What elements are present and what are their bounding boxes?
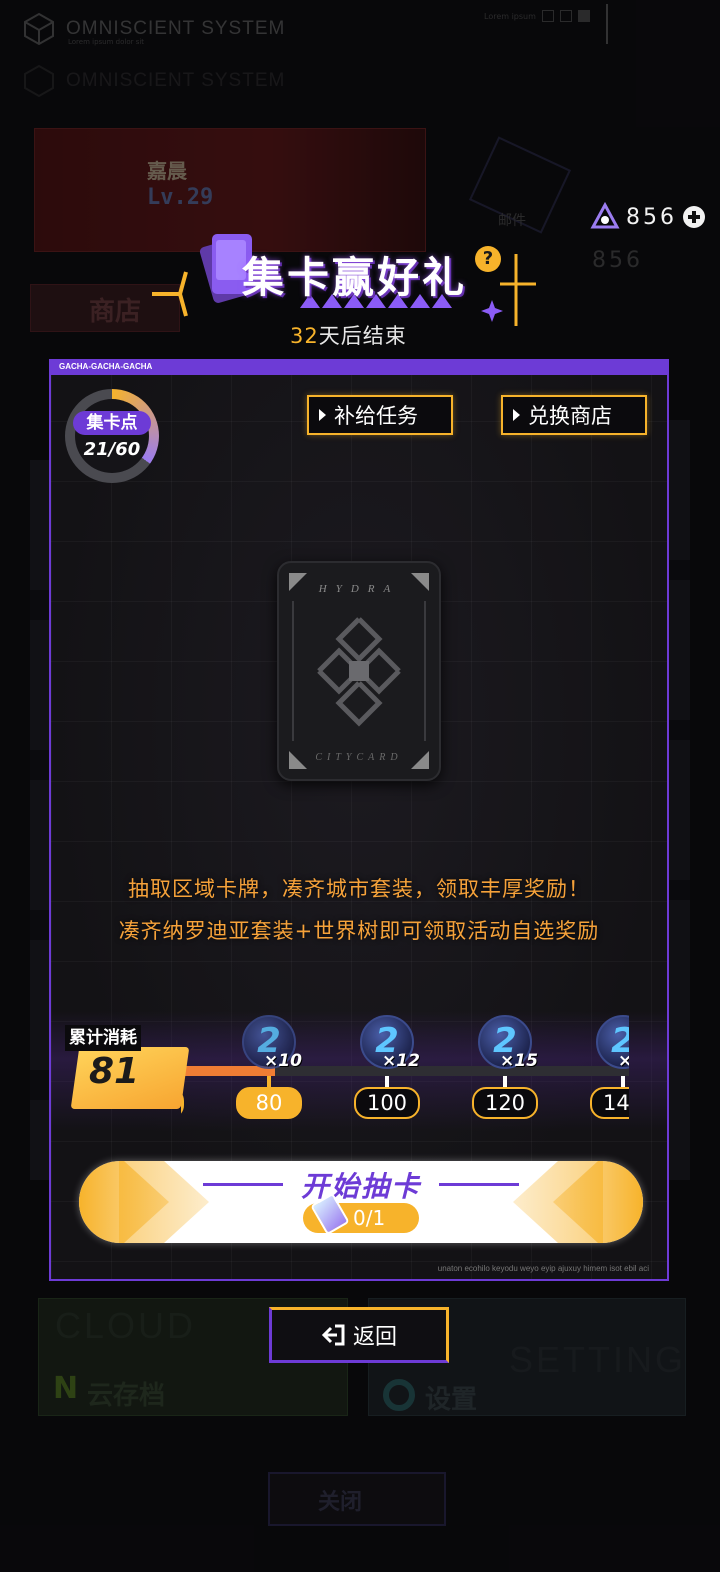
start-draw-label: 开始抽卡 [300, 1170, 421, 1203]
card-emblem [289, 573, 429, 769]
reward-multiplier: ×10 [264, 1051, 302, 1071]
reward-milestone[interactable]: 2×20140 [578, 1011, 629, 1131]
right-tiles [668, 420, 690, 1180]
panel-strip-label: GACHA-GACHA-GACHA [59, 362, 153, 371]
reward-progress: 2×5602×10802×121002×151202×20140 累计消耗 81 [51, 1011, 667, 1131]
system-logo-ghost-icon [24, 64, 54, 98]
cross-square-icon [559, 10, 572, 22]
start-draw-button[interactable]: 开始抽卡 0/1 [79, 1161, 643, 1243]
reward-multiplier: ×15 [500, 1051, 538, 1071]
player-name: 嘉晨 [147, 159, 187, 183]
back-label: 返回 [352, 1325, 397, 1350]
ticket-count: 0/1 [353, 1206, 386, 1230]
event-title: 集卡赢好礼 [242, 253, 468, 302]
add-currency-button[interactable] [683, 206, 705, 228]
exchange-shop-button[interactable]: 兑换商店 [501, 395, 647, 435]
player-level: Lv.29 [147, 185, 214, 210]
back-arrow-icon [321, 1324, 345, 1346]
milestone-threshold: 80 [236, 1087, 302, 1119]
cloud-save-label: 云存档 [87, 1381, 166, 1411]
total-spent-box: 累计消耗 81 [65, 1025, 190, 1109]
system-title-ghost-text: OMNISCIENT SYSTEM [66, 70, 286, 91]
exchange-shop-label: 兑换商店 [528, 404, 612, 428]
gem-icon [590, 202, 620, 229]
cloud-n-icon: N [53, 1371, 79, 1406]
panel-header-strip: GACHA-GACHA-GACHA [51, 361, 667, 375]
event-countdown: 32天后结束 [290, 320, 407, 350]
back-button[interactable]: 返回 [269, 1307, 449, 1363]
milestone-threshold: 140 [590, 1087, 629, 1119]
days-left: 32 [290, 324, 319, 348]
milestone-threshold: 120 [472, 1087, 538, 1119]
shop-label: 商店 [89, 297, 142, 327]
reward-milestone[interactable]: 2 ×10 80 [224, 1011, 314, 1131]
mail-icon [468, 136, 572, 234]
event-description-line-1: 抽取区域卡牌，凑齐城市套装，领取丰厚奖励！ [128, 877, 590, 901]
gacha-panel: GACHA-GACHA-GACHA 集卡点 21/60 补给任务 兑换商店 HY… [49, 359, 669, 1281]
system-title-text: OMNISCIENT SYSTEM [66, 18, 286, 39]
card-bottom-text: CITYCARD [315, 752, 403, 763]
mail-label: 邮件 [498, 213, 526, 229]
reward-milestone[interactable]: 2 ×15 120 [460, 1011, 550, 1131]
background-currency: 856 [592, 248, 643, 273]
supply-tasks-button[interactable]: 补给任务 [307, 395, 453, 435]
draw-ticket-counter: 0/1 [303, 1192, 419, 1236]
divider [606, 4, 608, 44]
system-logo-icon [24, 12, 54, 46]
card-points-value: 21/60 [83, 439, 141, 460]
background-close-label: 关闭 [318, 1490, 363, 1515]
background-close-button: 关闭 [268, 1472, 446, 1526]
card-back-image: HYDRA CITYCARD [277, 561, 441, 781]
reward-milestone[interactable]: 2 ×12 100 [342, 1011, 432, 1131]
settings-big-text: SETTING [509, 1339, 687, 1380]
card-points-label: 集卡点 [73, 411, 151, 435]
supply-tasks-label: 补给任务 [334, 404, 418, 428]
square-icon [541, 10, 554, 22]
help-icon[interactable]: ? [475, 246, 501, 272]
milestone-threshold: 100 [354, 1087, 420, 1119]
currency-amount: 856 [626, 204, 677, 230]
event-title-block: 集卡赢好礼 ? 32天后结束 [150, 228, 550, 358]
system-status: Lorem ipsum [484, 10, 590, 22]
settings-label: 设置 [425, 1385, 478, 1415]
total-spent-value: 81 [89, 1051, 140, 1092]
cloud-big-text: CLOUD [55, 1305, 197, 1346]
event-description-line-2: 凑齐纳罗迪亚套装+世界树即可领取活动自选奖励 [118, 919, 600, 943]
ends-suffix: 天后结束 [318, 324, 407, 348]
total-spent-label: 累计消耗 [65, 1025, 141, 1051]
panel-footer-text: unaton ecohilo keyodu weyo eyip ajuxuy h… [437, 1264, 649, 1273]
currency-display: 856 [590, 202, 705, 232]
system-status-text: Lorem ipsum [484, 11, 536, 21]
system-title-ghost: OMNISCIENT SYSTEM [22, 64, 285, 98]
card-points-gauge: 集卡点 21/60 [65, 389, 159, 483]
system-title: OMNISCIENT SYSTEM [22, 12, 285, 46]
filled-square-icon [577, 10, 590, 22]
play-arrow-icon [513, 409, 520, 421]
play-arrow-icon [319, 409, 326, 421]
reward-multiplier: ×20 [618, 1051, 629, 1071]
system-subtitle: Lorem ipsum dolor sit [68, 38, 145, 46]
reward-track-viewport[interactable]: 2×5602×10802×121002×151202×20140 [181, 1011, 629, 1131]
gear-icon [383, 1379, 415, 1411]
reward-multiplier: ×12 [382, 1051, 420, 1071]
